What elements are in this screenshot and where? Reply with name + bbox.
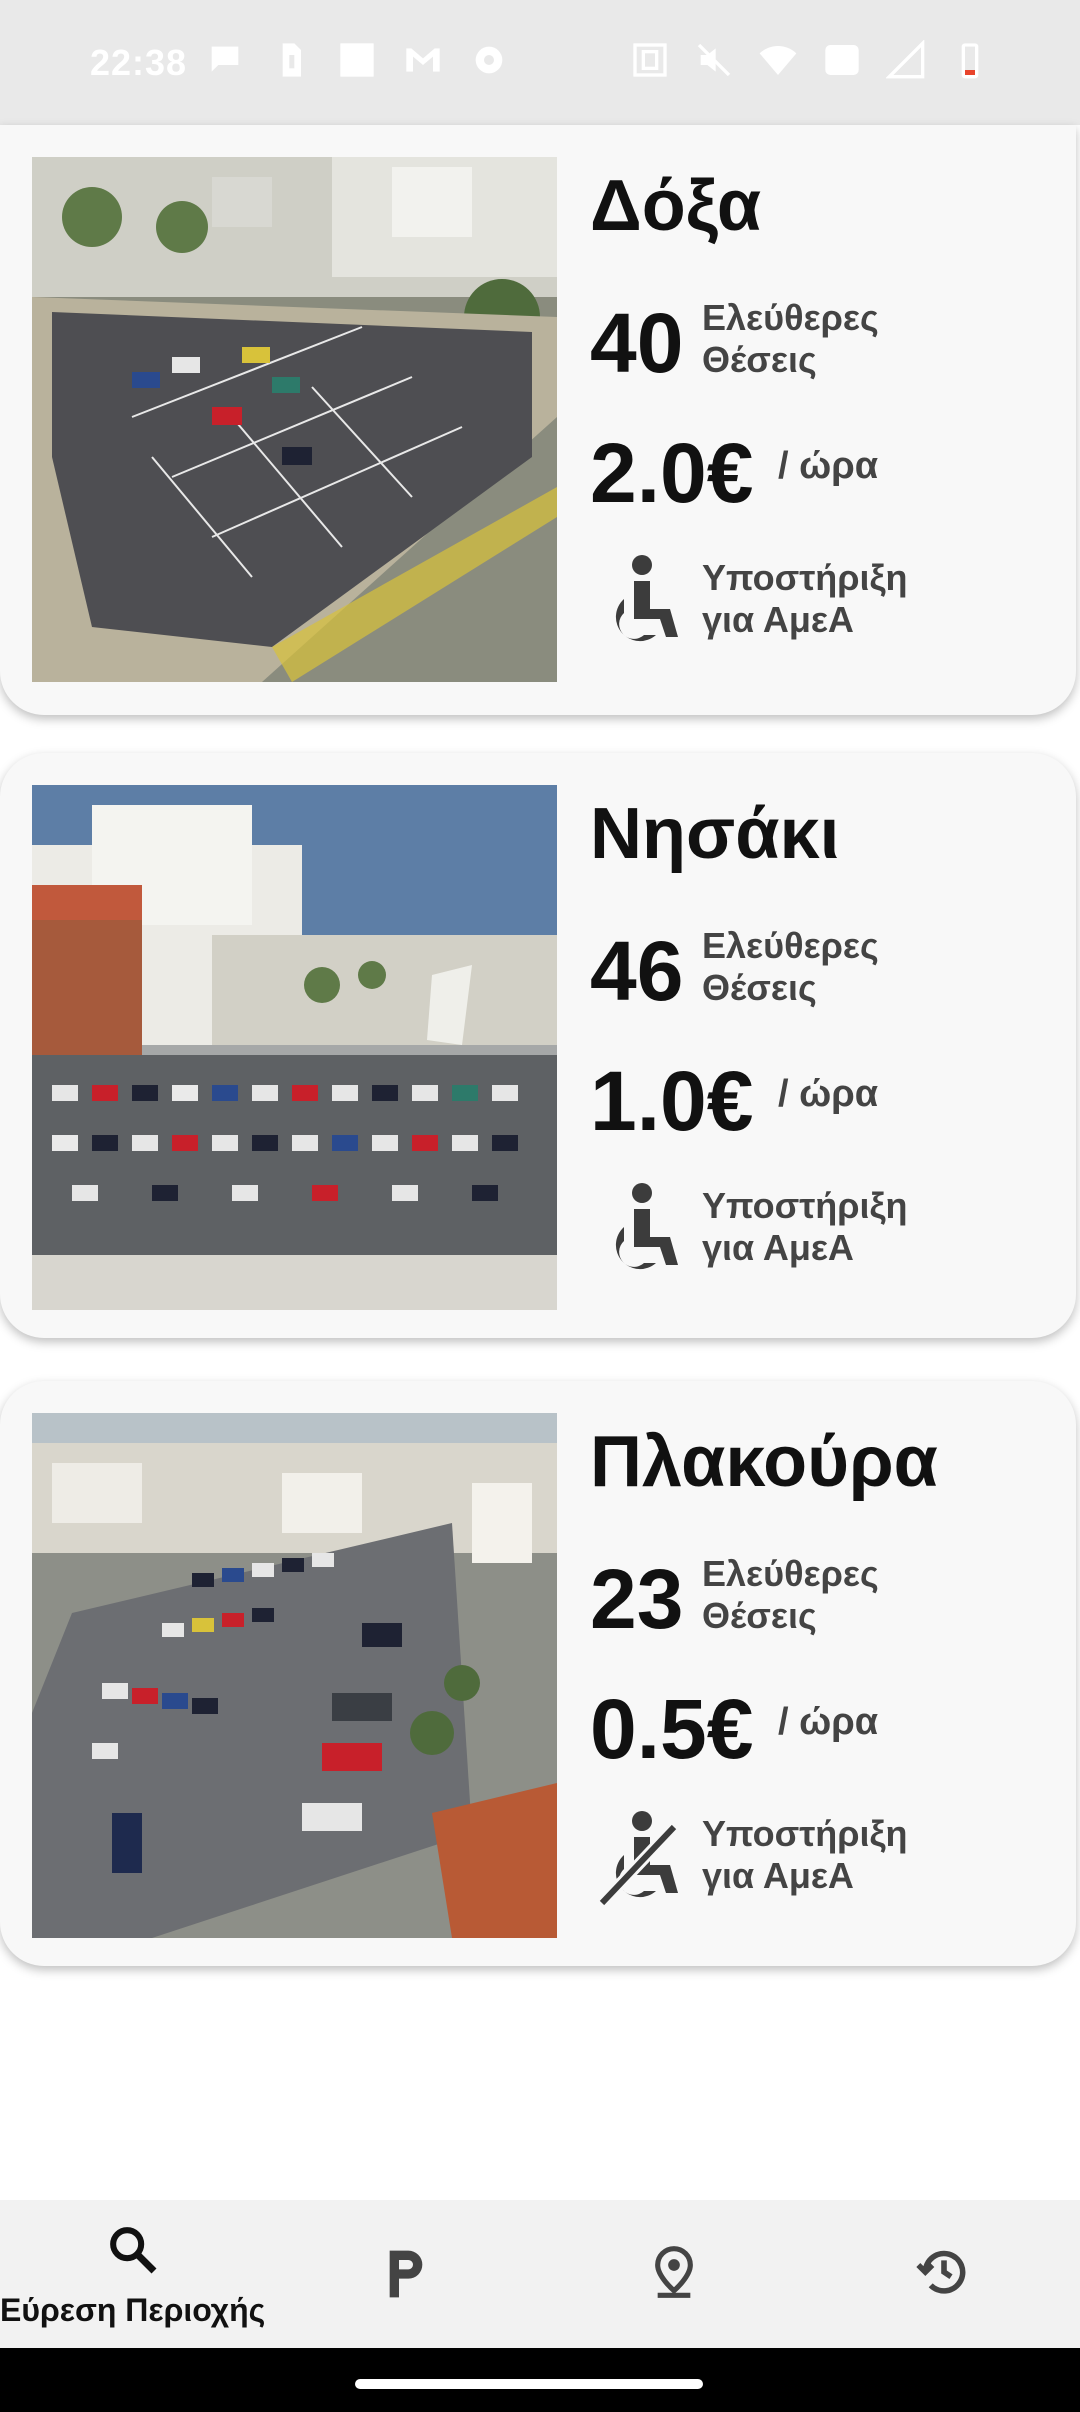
price-unit: / ώρα bbox=[778, 445, 879, 487]
parking-photo bbox=[32, 785, 557, 1310]
parking-card[interactable]: Δόξα 40 Ελεύθερες Θέσεις 2.0€ / ώρα Υποσ… bbox=[0, 125, 1076, 715]
parking-card[interactable]: Πλακούρα 23 Ελεύθερες Θέσεις 0.5€ / ώρα … bbox=[0, 1381, 1076, 1966]
price-unit: / ώρα bbox=[778, 1701, 879, 1743]
price-value: 1.0€ bbox=[590, 1054, 754, 1148]
free-spots-count: 23 bbox=[590, 1552, 684, 1646]
not-accessible-icon bbox=[598, 1811, 678, 1907]
battery-icon bbox=[961, 43, 979, 79]
bottom-navigation: Εύρεση Περιοχής bbox=[0, 2200, 1080, 2348]
accessible-icon bbox=[615, 555, 678, 642]
parking-photo bbox=[32, 1413, 557, 1938]
free-spots-count: 40 bbox=[590, 296, 684, 390]
free-spots-label: Ελεύθερες Θέσεις bbox=[702, 925, 879, 1008]
parking-photo bbox=[32, 157, 557, 682]
accessibility-label: Υποστήριξη για ΑμεΑ bbox=[702, 1813, 908, 1896]
free-spots-count: 46 bbox=[590, 924, 684, 1018]
accessible-icon bbox=[615, 1183, 678, 1270]
settings-gear-icon bbox=[475, 46, 503, 74]
price-unit: / ώρα bbox=[778, 1073, 879, 1115]
status-time: 22:38 bbox=[90, 42, 188, 83]
notification-icons bbox=[205, 40, 509, 80]
parking-card[interactable]: Νησάκι 46 Ελεύθερες Θέσεις 1.0€ / ώρα Υπ… bbox=[0, 753, 1076, 1338]
mute-icon bbox=[697, 43, 731, 77]
nav-item-location[interactable] bbox=[540, 2200, 810, 2348]
price-value: 2.0€ bbox=[590, 426, 754, 520]
square-icon bbox=[340, 43, 374, 77]
accessibility-label: Υποστήριξη για ΑμεΑ bbox=[702, 1185, 908, 1268]
sim-icon bbox=[282, 43, 301, 77]
status-bar: 22:38 bbox=[0, 0, 1080, 125]
parking-name: Πλακούρα bbox=[590, 1422, 938, 1502]
home-gesture-handle[interactable] bbox=[355, 2379, 703, 2389]
free-spots-label: Ελεύθερες Θέσεις bbox=[702, 297, 879, 380]
nav-item-label: Εύρεση Περιοχής bbox=[0, 2292, 266, 2328]
system-icons bbox=[630, 40, 990, 80]
chat-icon bbox=[211, 46, 239, 72]
nav-item-find-area[interactable]: Εύρεση Περιοχής bbox=[0, 2200, 270, 2348]
accessibility-label: Υποστήριξη για ΑμεΑ bbox=[702, 557, 908, 640]
location-pin-icon bbox=[655, 2246, 693, 2298]
free-spots-label: Ελεύθερες Θέσεις bbox=[702, 1553, 879, 1636]
search-icon bbox=[110, 2227, 157, 2274]
parking-icon bbox=[389, 2250, 423, 2298]
history-icon bbox=[916, 2250, 966, 2294]
nav-item-history[interactable] bbox=[810, 2200, 1080, 2348]
volte-icon bbox=[825, 45, 859, 75]
signal-icon bbox=[886, 40, 925, 79]
parking-name: Δόξα bbox=[590, 166, 762, 246]
nfc-icon bbox=[633, 43, 667, 77]
gmail-icon bbox=[406, 48, 440, 72]
nav-item-parking[interactable] bbox=[270, 2200, 540, 2348]
wifi-icon bbox=[759, 46, 797, 75]
parking-name: Νησάκι bbox=[590, 794, 840, 874]
price-value: 0.5€ bbox=[590, 1682, 754, 1776]
